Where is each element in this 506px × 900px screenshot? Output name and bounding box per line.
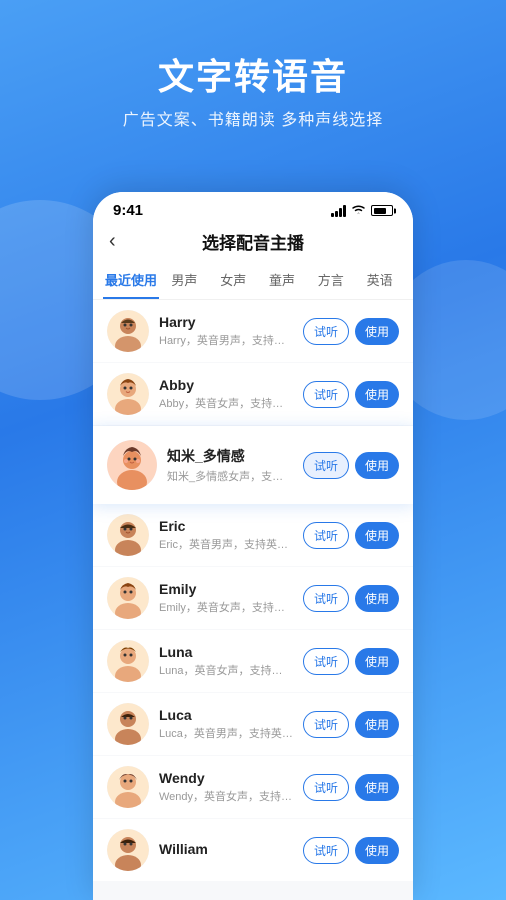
list-item: Harry Harry，英音男声，支持英文场景 试听 使用 bbox=[93, 300, 413, 362]
voice-list: Harry Harry，英音男声，支持英文场景 试听 使用 bbox=[93, 300, 413, 900]
use-button[interactable]: 使用 bbox=[355, 711, 399, 738]
voice-info: Wendy Wendy，英音女声，支持英文场景 bbox=[159, 770, 293, 804]
voice-info: Emily Emily，英音女声，支持英文场景 bbox=[159, 581, 293, 615]
use-button[interactable]: 使用 bbox=[355, 648, 399, 675]
btn-group: 试听 使用 bbox=[303, 774, 399, 801]
try-button[interactable]: 试听 bbox=[303, 522, 349, 549]
tab-child[interactable]: 童声 bbox=[259, 262, 306, 299]
list-item: Eric Eric，英音男声，支持英文场景 试听 使用 bbox=[93, 504, 413, 566]
tab-recent[interactable]: 最近使用 bbox=[103, 262, 159, 299]
voice-info: Harry Harry，英音男声，支持英文场景 bbox=[159, 314, 293, 348]
list-item-highlighted: 知米_多情感 知米_多情感女声，支持中文及中英文混合场景 试听 使用 bbox=[93, 426, 413, 504]
try-button[interactable]: 试听 bbox=[303, 711, 349, 738]
status-time: 9:41 bbox=[113, 202, 143, 219]
avatar bbox=[107, 310, 149, 352]
try-button[interactable]: 试听 bbox=[303, 837, 349, 864]
nav-title: 选择配音主播 bbox=[202, 229, 304, 254]
try-button[interactable]: 试听 bbox=[303, 318, 349, 345]
avatar bbox=[107, 766, 149, 808]
tab-female[interactable]: 女声 bbox=[210, 262, 257, 299]
tab-male[interactable]: 男声 bbox=[161, 262, 208, 299]
list-item: Luca Luca，英音男声，支持英文场景 试听 使用 bbox=[93, 693, 413, 755]
voice-name: Luca bbox=[159, 707, 293, 723]
avatar bbox=[107, 829, 149, 871]
voice-info: Eric Eric，英音男声，支持英文场景 bbox=[159, 518, 293, 552]
try-button[interactable]: 试听 bbox=[303, 648, 349, 675]
list-item: William 试听 使用 bbox=[93, 819, 413, 881]
btn-group: 试听 使用 bbox=[303, 837, 399, 864]
voice-info: 知米_多情感 知米_多情感女声，支持中文及中英文混合场景 bbox=[167, 446, 293, 484]
status-icons bbox=[331, 203, 393, 218]
use-button[interactable]: 使用 bbox=[355, 381, 399, 408]
voice-desc: Luca，英音男声，支持英文场景 bbox=[159, 725, 293, 741]
signal-icon bbox=[331, 205, 346, 217]
use-button[interactable]: 使用 bbox=[355, 774, 399, 801]
try-button-active[interactable]: 试听 bbox=[303, 452, 349, 479]
btn-group: 试听 使用 bbox=[303, 648, 399, 675]
voice-desc: Luna，英音女声，支持英文场景 bbox=[159, 662, 293, 678]
voice-name: Luna bbox=[159, 644, 293, 660]
btn-group: 试听 使用 bbox=[303, 711, 399, 738]
use-button[interactable]: 使用 bbox=[355, 585, 399, 612]
voice-info: Luna Luna，英音女声，支持英文场景 bbox=[159, 644, 293, 678]
list-item: Wendy Wendy，英音女声，支持英文场景 试听 使用 bbox=[93, 756, 413, 818]
use-button[interactable]: 使用 bbox=[355, 522, 399, 549]
tab-english[interactable]: 英语 bbox=[356, 262, 403, 299]
tabs-bar: 最近使用 男声 女声 童声 方言 英语 bbox=[93, 262, 413, 300]
voice-desc: Wendy，英音女声，支持英文场景 bbox=[159, 788, 293, 804]
btn-group: 试听 使用 bbox=[303, 522, 399, 549]
btn-group: 试听 使用 bbox=[303, 318, 399, 345]
use-button[interactable]: 使用 bbox=[355, 452, 399, 479]
phone-mockup: 9:41 ‹ 选择配音主播 最近使用 bbox=[93, 192, 413, 900]
sub-title: 广告文案、书籍朗读 多种声线选择 bbox=[0, 106, 506, 130]
battery-icon bbox=[371, 205, 393, 216]
voice-name: Abby bbox=[159, 377, 293, 393]
voice-desc: Abby，英音女声，支持英文场景 bbox=[159, 395, 293, 411]
use-button[interactable]: 使用 bbox=[355, 318, 399, 345]
list-item: Emily Emily，英音女声，支持英文场景 试听 使用 bbox=[93, 567, 413, 629]
main-title: 文字转语音 bbox=[0, 48, 506, 100]
nav-bar: ‹ 选择配音主播 bbox=[93, 223, 413, 262]
avatar bbox=[107, 703, 149, 745]
back-button[interactable]: ‹ bbox=[109, 230, 116, 253]
avatar bbox=[107, 373, 149, 415]
voice-name: Eric bbox=[159, 518, 293, 534]
btn-group: 试听 使用 bbox=[303, 381, 399, 408]
list-item: Abby Abby，英音女声，支持英文场景 试听 使用 bbox=[93, 363, 413, 425]
avatar bbox=[107, 440, 157, 490]
btn-group: 试听 使用 bbox=[303, 585, 399, 612]
voice-name: Harry bbox=[159, 314, 293, 330]
voice-info: Abby Abby，英音女声，支持英文场景 bbox=[159, 377, 293, 411]
voice-name: Wendy bbox=[159, 770, 293, 786]
try-button[interactable]: 试听 bbox=[303, 774, 349, 801]
voice-desc: Emily，英音女声，支持英文场景 bbox=[159, 599, 293, 615]
avatar bbox=[107, 514, 149, 556]
voice-name: Emily bbox=[159, 581, 293, 597]
avatar bbox=[107, 577, 149, 619]
avatar bbox=[107, 640, 149, 682]
tab-dialect[interactable]: 方言 bbox=[307, 262, 354, 299]
voice-desc: 知米_多情感女声，支持中文及中英文混合场景 bbox=[167, 468, 293, 484]
voice-desc: Eric，英音男声，支持英文场景 bbox=[159, 536, 293, 552]
try-button[interactable]: 试听 bbox=[303, 585, 349, 612]
voice-desc: Harry，英音男声，支持英文场景 bbox=[159, 332, 293, 348]
voice-info: William bbox=[159, 841, 293, 859]
wifi-icon bbox=[351, 203, 366, 218]
list-item: Luna Luna，英音女声，支持英文场景 试听 使用 bbox=[93, 630, 413, 692]
use-button[interactable]: 使用 bbox=[355, 837, 399, 864]
status-bar: 9:41 bbox=[93, 192, 413, 223]
try-button[interactable]: 试听 bbox=[303, 381, 349, 408]
voice-name: 知米_多情感 bbox=[167, 446, 293, 466]
header-area: 文字转语音 广告文案、书籍朗读 多种声线选择 bbox=[0, 0, 506, 150]
voice-name: William bbox=[159, 841, 293, 857]
voice-info: Luca Luca，英音男声，支持英文场景 bbox=[159, 707, 293, 741]
btn-group: 试听 使用 bbox=[303, 452, 399, 479]
